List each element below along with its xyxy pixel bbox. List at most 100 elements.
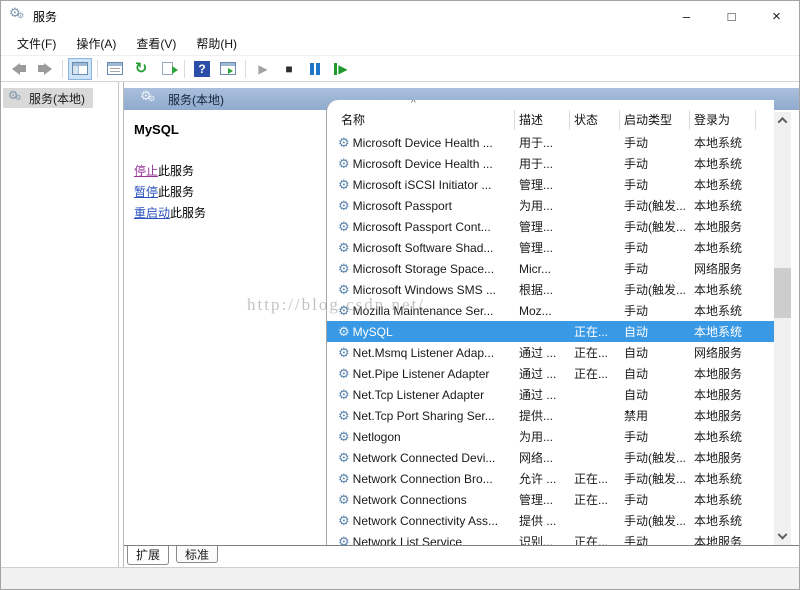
service-row[interactable]: ⚙ Net.Pipe Listener Adapter 通过 ... 正在... … <box>327 363 774 384</box>
service-name-cell: ⚙ MySQL <box>338 324 393 339</box>
service-startup-type-cell: 手动 <box>624 136 649 150</box>
menu-item[interactable]: 操作(A) <box>66 35 126 52</box>
service-logon-as-cell: 本地系统 <box>694 472 743 486</box>
service-status-cell: 正在... <box>574 493 609 507</box>
service-row[interactable]: ⚙ Microsoft Software Shad... 管理... 手动 本地系… <box>327 237 774 258</box>
service-description-cell: 允许 ... <box>519 472 557 486</box>
close-button[interactable]: × <box>754 1 799 31</box>
service-startup-type-cell: 禁用 <box>624 409 649 423</box>
column-header[interactable]: 登录为 <box>690 110 756 130</box>
service-gear-icon: ⚙ <box>338 261 350 276</box>
service-action-suffix: 此服务 <box>158 164 195 178</box>
service-description-cell: 管理... <box>519 493 554 507</box>
refresh-button[interactable]: ↻ <box>129 58 153 80</box>
service-row[interactable]: ⚙ Net.Tcp Listener Adapter 通过 ... 自动 本地服务 <box>327 384 774 405</box>
service-row[interactable]: ⚙ Microsoft Passport Cont... 管理... 手动(触发.… <box>327 216 774 237</box>
service-description-cell: 用于... <box>519 136 554 150</box>
column-header[interactable]: 描述 <box>515 110 570 130</box>
service-name-cell: ⚙ Microsoft Passport Cont... <box>338 219 491 234</box>
service-description-cell: 提供 ... <box>519 514 557 528</box>
service-row[interactable]: ⚙ Network Connected Devi... 网络... 手动(触发..… <box>327 447 774 468</box>
menu-item[interactable]: 帮助(H) <box>186 35 247 52</box>
service-gear-icon: ⚙ <box>338 324 350 339</box>
service-action-link[interactable]: 暂停 <box>134 185 158 199</box>
column-header[interactable]: 状态 <box>570 110 620 130</box>
service-row[interactable]: ⚙ Mozilla Maintenance Ser... Moz... 手动 本地… <box>327 300 774 321</box>
pause-service-icon <box>309 62 321 75</box>
selected-service-name: MySQL <box>134 122 179 137</box>
restart-service-button[interactable]: ▶ <box>329 58 353 80</box>
service-row[interactable]: ⚙ Microsoft iSCSI Initiator ... 管理... 手动 … <box>327 174 774 195</box>
forward-button[interactable] <box>33 58 57 80</box>
service-logon-as-cell: 本地系统 <box>694 136 743 150</box>
service-logon-as-cell: 本地系统 <box>694 157 743 171</box>
service-gear-icon: ⚙ <box>338 198 350 213</box>
properties-button[interactable] <box>103 58 127 80</box>
service-name-cell: ⚙ Net.Tcp Listener Adapter <box>338 387 485 402</box>
minimize-button[interactable]: – <box>664 1 709 31</box>
show-console-tree-button[interactable] <box>68 57 92 80</box>
service-startup-type-cell: 手动 <box>624 535 649 545</box>
view-tab[interactable]: 标准 <box>176 546 219 563</box>
maximize-button[interactable]: □ <box>709 1 754 31</box>
service-logon-as-cell: 网络服务 <box>694 262 743 276</box>
export-list-button[interactable] <box>155 58 179 80</box>
toolbar-separator <box>62 59 63 78</box>
show-action-pane-button[interactable] <box>216 58 240 80</box>
service-row[interactable]: ⚙ Microsoft Storage Space... Micr... 手动 网… <box>327 258 774 279</box>
column-header[interactable]: 启动类型 <box>620 110 690 130</box>
scrollbar-track[interactable] <box>774 128 791 529</box>
window-title: 服务 <box>33 9 58 24</box>
service-row[interactable]: ⚙ Network Connectivity Ass... 提供 ... 手动(触… <box>327 510 774 531</box>
menu-item[interactable]: 查看(V) <box>126 35 186 52</box>
service-row[interactable]: ⚙ Netlogon 为用... 手动 本地系统 <box>327 426 774 447</box>
service-row[interactable]: ⚙ Network List Service 识别... 正在... 手动 本地服… <box>327 531 774 546</box>
service-logon-as-cell: 本地系统 <box>694 199 743 213</box>
scrollbar-thumb[interactable] <box>774 268 791 318</box>
view-tab[interactable]: 扩展 <box>127 546 170 565</box>
service-name-cell: ⚙ Microsoft Windows SMS ... <box>338 282 497 297</box>
service-gear-icon: ⚙ <box>338 345 350 360</box>
service-row[interactable]: ⚙ Microsoft Device Health ... 用于... 手动 本地… <box>327 132 774 153</box>
services-window: ⚙ ⚙ 服务 – □ × 文件(F) 操作(A) 查看(V) 帮助(H) ↻ ? ▶ ■… <box>0 0 800 590</box>
start-service-button[interactable]: ▶ <box>251 58 275 80</box>
service-name-cell: ⚙ Microsoft Device Health ... <box>338 156 493 171</box>
service-name-cell: ⚙ Microsoft iSCSI Initiator ... <box>338 177 492 192</box>
menu-item[interactable]: 文件(F) <box>7 35 66 52</box>
service-action-link[interactable]: 重启动 <box>134 206 170 220</box>
service-startup-type-cell: 手动(触发... <box>624 283 686 297</box>
service-row[interactable]: ⚙ Network Connection Bro... 允许 ... 正在... … <box>327 468 774 489</box>
pause-service-button[interactable] <box>303 58 327 80</box>
service-row[interactable]: ⚙ MySQL 正在... 自动 本地系统 <box>327 321 774 342</box>
service-row[interactable]: ⚙ Microsoft Passport 为用... 手动(触发... 本地系统 <box>327 195 774 216</box>
refresh-icon: ↻ <box>134 60 148 77</box>
service-row[interactable]: ⚙ Net.Msmq Listener Adap... 通过 ... 正在... … <box>327 342 774 363</box>
tree-item-label: 服务(本地) <box>29 91 85 106</box>
service-name-cell: ⚙ Net.Pipe Listener Adapter <box>338 366 490 381</box>
service-action-link[interactable]: 停止 <box>134 164 158 178</box>
service-logon-as-cell: 网络服务 <box>694 346 743 360</box>
service-row[interactable]: ⚙ Microsoft Device Health ... 用于... 手动 本地… <box>327 153 774 174</box>
scroll-up-button[interactable] <box>774 112 791 128</box>
service-row[interactable]: ⚙ Net.Tcp Port Sharing Ser... 提供... 禁用 本地… <box>327 405 774 426</box>
service-row[interactable]: ⚙ Network Connections 管理... 正在... 手动 本地系统 <box>327 489 774 510</box>
column-header[interactable]: 名称 <box>337 110 515 130</box>
service-startup-type-cell: 手动 <box>624 157 649 171</box>
toolbar-separator <box>184 59 185 78</box>
vertical-scrollbar[interactable] <box>774 112 791 545</box>
export-list-icon <box>161 62 178 75</box>
service-gear-icon: ⚙ <box>338 387 350 402</box>
stop-service-button[interactable]: ■ <box>277 58 301 80</box>
help-button[interactable]: ? <box>190 58 214 80</box>
service-status-cell: 正在... <box>574 472 609 486</box>
service-logon-as-cell: 本地系统 <box>694 304 743 318</box>
service-name-cell: ⚙ Mozilla Maintenance Ser... <box>338 303 494 318</box>
service-row[interactable]: ⚙ Microsoft Windows SMS ... 根据... 手动(触发..… <box>327 279 774 300</box>
tree-item-services-local[interactable]: ⚙ ⚙ 服务(本地) <box>3 88 93 108</box>
back-button[interactable] <box>7 58 31 80</box>
service-name-cell: ⚙ Network List Service <box>337 535 515 546</box>
service-name-cell: ⚙ Net.Tcp Port Sharing Ser... <box>338 408 495 423</box>
main-body: MySQL 停止此服务 暂停此服务 重启动此服务 名称 描述 状态 启动类型 登… <box>124 100 799 546</box>
service-logon-as-cell: 本地服务 <box>694 451 743 465</box>
scroll-down-button[interactable] <box>774 529 791 545</box>
